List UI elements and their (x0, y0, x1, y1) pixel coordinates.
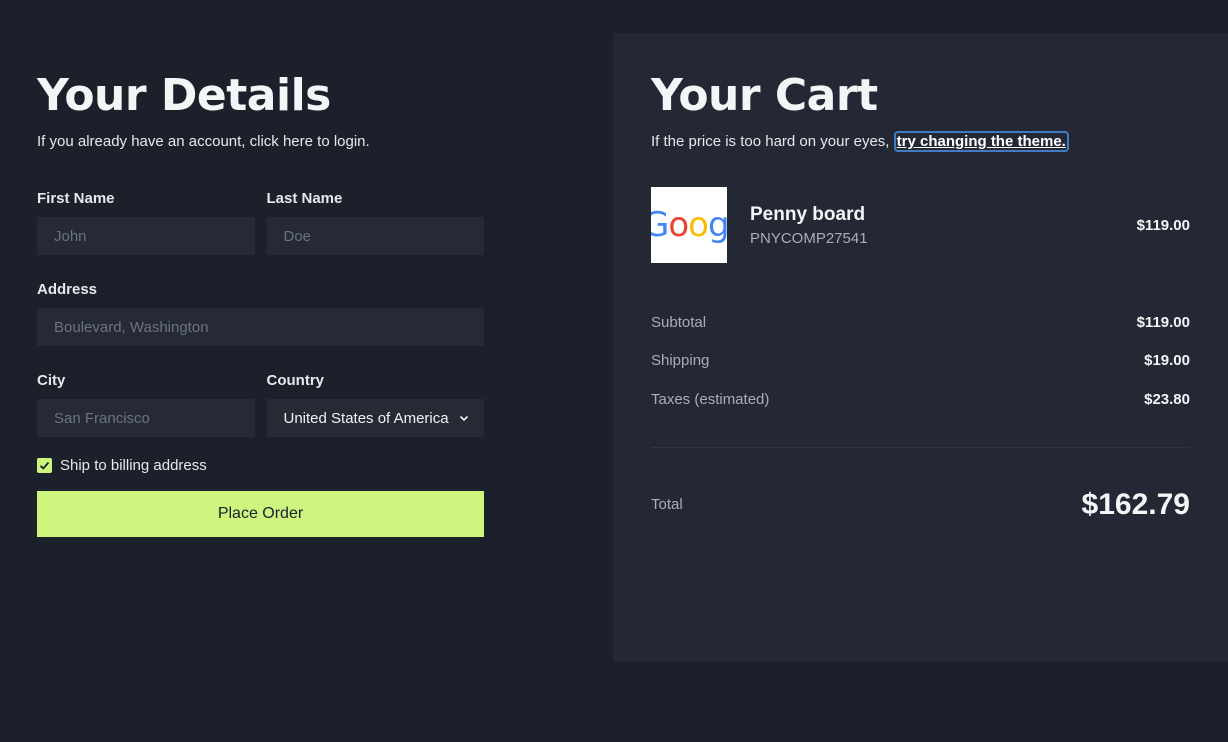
name-row: First Name Last Name (37, 190, 484, 255)
details-title: Your Details (37, 70, 331, 121)
login-prompt[interactable]: If you already have an account, click he… (37, 132, 484, 152)
taxes-value: $23.80 (1144, 390, 1190, 408)
country-field: Country United States of America (266, 372, 484, 437)
theme-prompt-text: If the price is too hard on your eyes, (651, 133, 894, 150)
taxes-label: Taxes (estimated) (651, 390, 770, 408)
shipping-label: Shipping (651, 352, 710, 370)
taxes-row: Taxes (estimated) $23.80 (651, 380, 1190, 419)
theme-prompt: If the price is too hard on your eyes, t… (651, 131, 1190, 152)
item-sku: PNYCOMP27541 (750, 229, 868, 247)
cart-title: Your Cart (651, 70, 878, 121)
details-form: First Name Last Name Address City (37, 190, 484, 537)
ship-to-billing-row[interactable]: Ship to billing address (37, 457, 484, 474)
google-logo: Googl (651, 205, 727, 245)
first-name-label: First Name (37, 190, 115, 207)
cart-summary: Subtotal $119.00 Shipping $19.00 Taxes (… (651, 303, 1190, 419)
country-select[interactable]: United States of America (266, 399, 484, 437)
city-label: City (37, 372, 66, 389)
checkout-page: Your Details If you already have an acco… (0, 0, 1228, 742)
last-name-field: Last Name (266, 190, 484, 255)
item-info: Penny board PNYCOMP27541 (750, 204, 1137, 247)
summary-divider (651, 446, 1190, 448)
city-input[interactable] (37, 399, 255, 437)
ship-to-billing-checkbox[interactable] (37, 458, 52, 473)
details-section: Your Details If you already have an acco… (37, 70, 484, 537)
address-field: Address (37, 281, 484, 346)
address-input[interactable] (37, 308, 484, 346)
address-row: Address (37, 281, 484, 346)
subtotal-label: Subtotal (651, 313, 707, 331)
total-row: Total $162.79 (651, 488, 1190, 522)
chevron-down-icon (459, 415, 469, 422)
place-order-button[interactable]: Place Order (37, 491, 484, 537)
ship-to-billing-label: Ship to billing address (60, 457, 207, 474)
total-value: $162.79 (1081, 487, 1190, 521)
subtotal-value: $119.00 (1136, 313, 1190, 331)
first-name-field: First Name (37, 190, 255, 255)
last-name-input[interactable] (266, 217, 484, 255)
total-label: Total (651, 496, 683, 513)
product-thumbnail: Googl (651, 187, 727, 263)
cart-section: Your Cart If the price is too hard on yo… (613, 33, 1228, 662)
city-country-row: City Country United States of America (37, 372, 484, 437)
subtotal-row: Subtotal $119.00 (651, 303, 1190, 342)
checkmark-icon (39, 461, 50, 470)
address-label: Address (37, 281, 98, 298)
city-field: City (37, 372, 255, 437)
cart-item: Googl Penny board PNYCOMP27541 $119.00 (651, 187, 1190, 263)
first-name-input[interactable] (37, 217, 255, 255)
item-name: Penny board (750, 203, 866, 225)
shipping-row: Shipping $19.00 (651, 342, 1190, 381)
country-selected-value: United States of America (283, 409, 449, 427)
shipping-value: $19.00 (1144, 352, 1190, 370)
item-price: $119.00 (1136, 216, 1190, 234)
last-name-label: Last Name (266, 190, 343, 207)
country-label: Country (266, 372, 325, 389)
theme-link[interactable]: try changing the theme. (893, 131, 1069, 152)
